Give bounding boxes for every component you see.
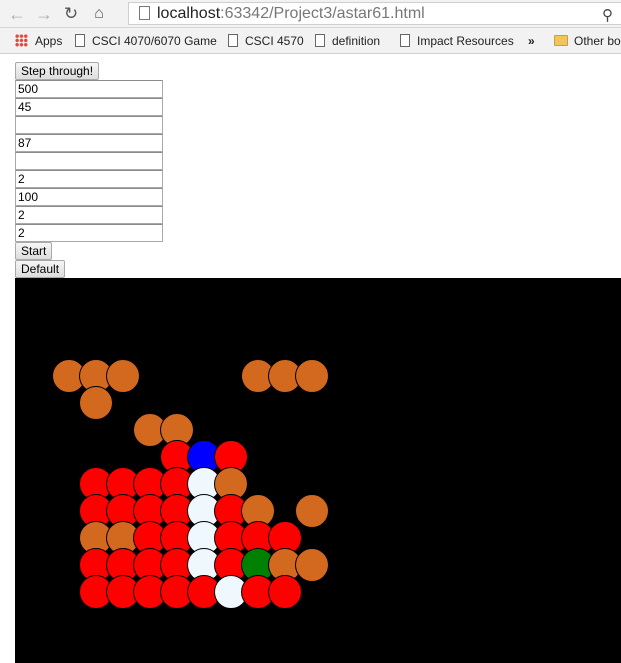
- param-field-9[interactable]: [15, 224, 163, 242]
- page-icon: [228, 34, 238, 47]
- simulation-canvas[interactable]: [15, 278, 621, 663]
- bookmark-other[interactable]: Other bo: [554, 32, 621, 50]
- grid-cell-orange: [79, 386, 113, 420]
- url-text: localhost:63342/Project3/astar61.html: [157, 5, 425, 22]
- param-field-3[interactable]: [15, 116, 163, 134]
- back-arrow-icon[interactable]: ←: [6, 3, 28, 25]
- bookmark-csci-4570[interactable]: CSCI 4570: [228, 32, 304, 50]
- step-through-button[interactable]: Step through!: [15, 62, 100, 80]
- bookmark-apps[interactable]: Apps: [15, 32, 62, 50]
- param-field-2[interactable]: [15, 98, 163, 116]
- page-icon: [75, 34, 85, 47]
- param-field-5[interactable]: [15, 152, 163, 170]
- bookmark-impact-resources[interactable]: Impact Resources: [400, 32, 514, 50]
- reload-icon[interactable]: ↻: [60, 3, 82, 25]
- zoom-icon[interactable]: ⚲: [602, 6, 613, 24]
- param-field-4[interactable]: [15, 134, 163, 152]
- param-field-7[interactable]: [15, 188, 163, 206]
- folder-icon: [554, 35, 568, 46]
- grid-cell-orange: [295, 359, 329, 393]
- grid-cell-orange: [295, 548, 329, 582]
- address-bar[interactable]: localhost:63342/Project3/astar61.html ⚲: [128, 2, 621, 25]
- param-field-1[interactable]: [15, 80, 163, 98]
- param-field-8[interactable]: [15, 206, 163, 224]
- grid-cell-orange: [106, 359, 140, 393]
- param-field-6[interactable]: [15, 170, 163, 188]
- page-icon: [400, 34, 410, 47]
- grid-cell-red: [268, 575, 302, 609]
- browser-toolbar: ← → ↻ ⌂ localhost:63342/Project3/astar61…: [0, 0, 621, 28]
- forward-arrow-icon[interactable]: →: [33, 3, 55, 25]
- home-icon[interactable]: ⌂: [88, 3, 110, 25]
- page-icon: [315, 34, 325, 47]
- apps-grid-icon: [15, 34, 28, 47]
- default-button[interactable]: Default: [15, 260, 66, 278]
- controls-panel: Step through! Start Default: [15, 62, 163, 278]
- bookmark-csci-4070[interactable]: CSCI 4070/6070 Game: [75, 32, 217, 50]
- bookmark-definition[interactable]: definition: [315, 32, 380, 50]
- grid-cell-orange: [295, 494, 329, 528]
- bookmarks-overflow-button[interactable]: »: [528, 32, 535, 50]
- bookmarks-bar: Apps CSCI 4070/6070 Game CSCI 4570 defin…: [0, 28, 621, 54]
- page-icon: [139, 6, 150, 20]
- start-button[interactable]: Start: [15, 242, 53, 260]
